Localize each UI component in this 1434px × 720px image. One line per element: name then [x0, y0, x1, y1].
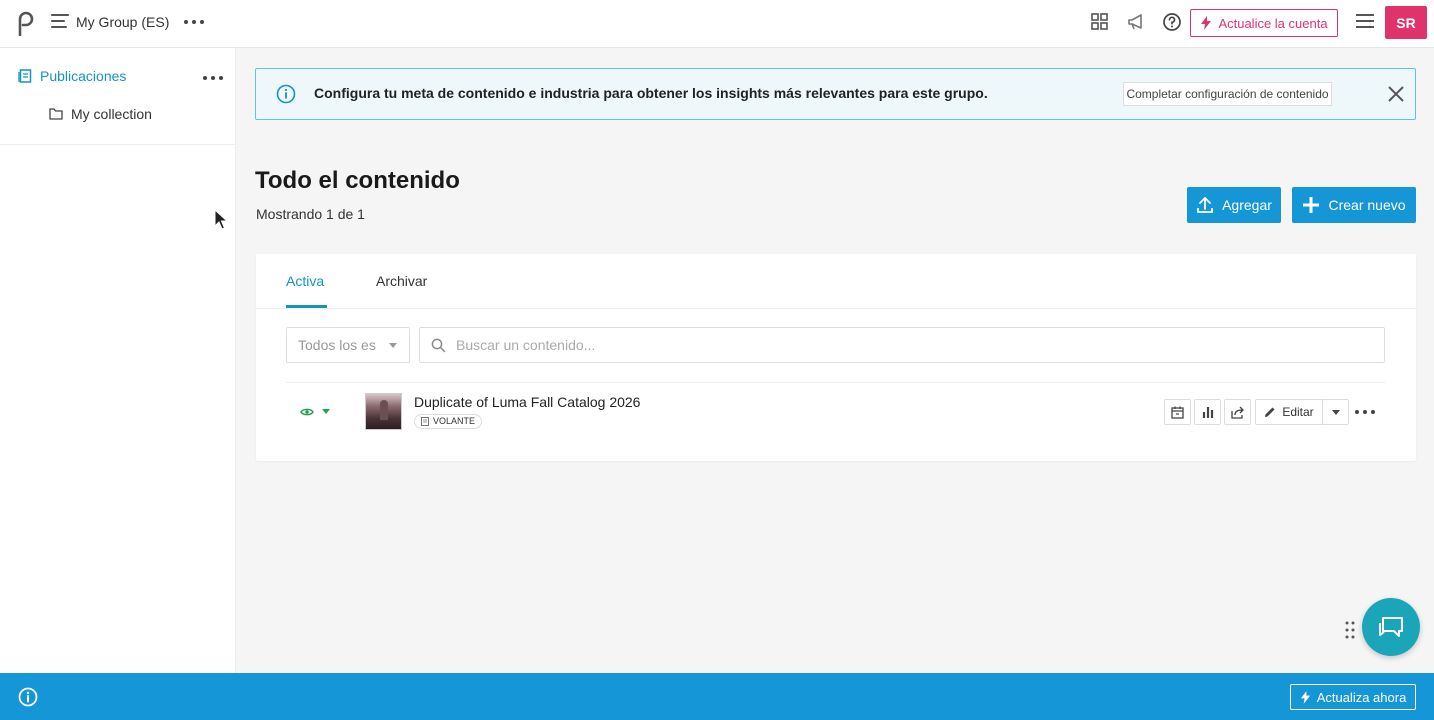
analytics-button[interactable] — [1194, 399, 1221, 425]
share-icon — [1231, 406, 1244, 419]
tab-activa[interactable]: Activa — [286, 273, 324, 289]
type-filter-select[interactable]: Todos los es — [286, 327, 410, 363]
content-panel: Activa Archivar Todos los es Duplicate o… — [256, 254, 1416, 461]
chevron-down-icon — [1331, 409, 1340, 415]
share-button[interactable] — [1224, 399, 1251, 425]
lightning-icon — [1201, 16, 1212, 30]
tab-archivar[interactable]: Archivar — [376, 273, 427, 289]
tabs-divider — [256, 308, 1416, 309]
close-icon[interactable] — [1387, 85, 1405, 103]
group-more-icon[interactable] — [184, 14, 204, 30]
upload-icon — [1197, 197, 1213, 213]
search-icon — [431, 338, 446, 353]
info-icon[interactable] — [18, 687, 38, 707]
edit-button[interactable]: Editar — [1255, 399, 1323, 425]
main-menu-icon[interactable] — [1356, 14, 1374, 30]
sidebar-item-publicaciones[interactable]: Publicaciones — [18, 68, 126, 84]
row-divider — [286, 382, 1385, 383]
sidebar-item-label: Publicaciones — [40, 68, 127, 84]
complete-setup-button[interactable]: Completar configuración de contenido — [1123, 82, 1332, 106]
sidebar-item-label: My collection — [71, 106, 152, 122]
sidebar-more-icon[interactable] — [203, 70, 223, 86]
upgrade-now-label: Actualiza ahora — [1316, 689, 1407, 705]
sidebar: Publicaciones My collection — [0, 48, 236, 673]
eye-icon[interactable] — [300, 405, 314, 419]
content-title[interactable]: Duplicate of Luma Fall Catalog 2026 — [414, 394, 640, 410]
create-new-label: Crear nuevo — [1328, 197, 1406, 213]
top-bar: My Group (ES) Actualice la cuenta SR — [0, 0, 1434, 48]
pencil-icon — [1265, 407, 1275, 417]
sidebar-item-my-collection[interactable]: My collection — [49, 106, 152, 122]
menu-toggle-icon[interactable] — [51, 14, 69, 30]
search-input[interactable] — [456, 335, 1356, 355]
chat-icon — [1379, 617, 1403, 637]
group-name[interactable]: My Group (ES) — [76, 14, 169, 30]
edit-options-button[interactable] — [1322, 399, 1349, 425]
logo-icon[interactable] — [16, 10, 36, 36]
search-box — [419, 327, 1385, 363]
chat-button[interactable] — [1362, 598, 1420, 656]
help-icon[interactable] — [1162, 12, 1182, 32]
add-button[interactable]: Agregar — [1187, 187, 1281, 223]
upgrade-now-button[interactable]: Actualiza ahora — [1290, 684, 1416, 710]
add-button-label: Agregar — [1222, 197, 1272, 213]
folder-icon — [49, 108, 63, 120]
mouse-cursor-icon — [214, 209, 228, 230]
publication-icon — [18, 69, 32, 83]
upgrade-account-label: Actualice la cuenta — [1218, 15, 1328, 31]
chevron-down-icon — [389, 343, 397, 348]
type-filter-value: Todos los es — [298, 337, 376, 353]
schedule-button[interactable] — [1164, 399, 1191, 425]
edit-button-label: Editar — [1282, 405, 1314, 419]
upgrade-account-button[interactable]: Actualice la cuenta — [1190, 9, 1338, 37]
plus-icon — [1303, 197, 1320, 213]
drag-handle-icon[interactable] — [1345, 620, 1355, 640]
banner-message: Configura tu meta de contenido e industr… — [314, 85, 988, 101]
upgrade-footer: Actualiza ahora — [0, 673, 1434, 720]
megaphone-icon[interactable] — [1126, 12, 1146, 32]
page-title: Todo el contenido — [255, 167, 460, 194]
flyer-icon — [421, 417, 429, 426]
apps-grid-icon[interactable] — [1090, 12, 1110, 32]
row-more-icon[interactable] — [1355, 404, 1375, 420]
content-thumbnail[interactable] — [365, 393, 402, 430]
visibility-dropdown-icon[interactable] — [322, 409, 330, 414]
bar-chart-icon — [1202, 407, 1213, 418]
info-banner: Configura tu meta de contenido e industr… — [255, 68, 1416, 120]
avatar[interactable]: SR — [1385, 6, 1427, 39]
content-type-label: VOLANTE — [433, 416, 476, 426]
lightning-icon — [1300, 690, 1310, 704]
calendar-icon — [1171, 406, 1184, 419]
content-type-badge: VOLANTE — [414, 414, 483, 429]
results-count: Mostrando 1 de 1 — [256, 206, 365, 222]
create-new-button[interactable]: Crear nuevo — [1292, 187, 1416, 223]
info-icon — [276, 84, 296, 104]
sidebar-divider — [0, 144, 236, 145]
